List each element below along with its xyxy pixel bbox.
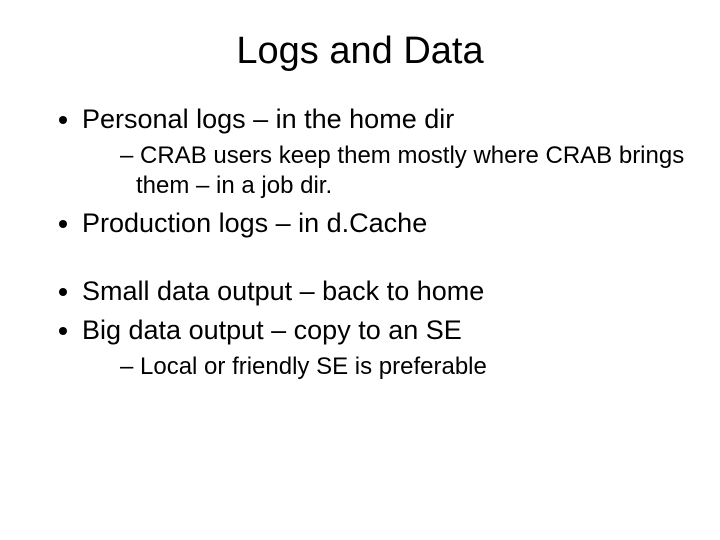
spacer	[30, 247, 690, 275]
bullet-text: Small data output – back to home	[82, 276, 484, 306]
bullet-list: Personal logs – in the home dir CRAB use…	[30, 103, 690, 241]
bullet-item: Big data output – copy to an SE Local or…	[82, 314, 690, 382]
bullet-text: Personal logs – in the home dir	[82, 104, 454, 134]
bullet-list: Small data output – back to home Big dat…	[30, 275, 690, 383]
bullet-text: Production logs – in d.Cache	[82, 208, 427, 238]
slide-title: Logs and Data	[30, 30, 690, 73]
bullet-text: Big data output – copy to an SE	[82, 315, 462, 345]
sub-bullet-text: CRAB users keep them mostly where CRAB b…	[136, 142, 684, 199]
sub-bullet-text: Local or friendly SE is preferable	[140, 353, 487, 380]
sub-bullet-item: Local or friendly SE is preferable	[120, 352, 690, 382]
bullet-item: Production logs – in d.Cache	[82, 207, 690, 241]
slide: Logs and Data Personal logs – in the hom…	[0, 0, 720, 540]
sub-bullet-list: Local or friendly SE is preferable	[82, 352, 690, 382]
bullet-item: Personal logs – in the home dir CRAB use…	[82, 103, 690, 201]
sub-bullet-item: CRAB users keep them mostly where CRAB b…	[120, 141, 690, 201]
bullet-item: Small data output – back to home	[82, 275, 690, 309]
sub-bullet-list: CRAB users keep them mostly where CRAB b…	[82, 141, 690, 201]
